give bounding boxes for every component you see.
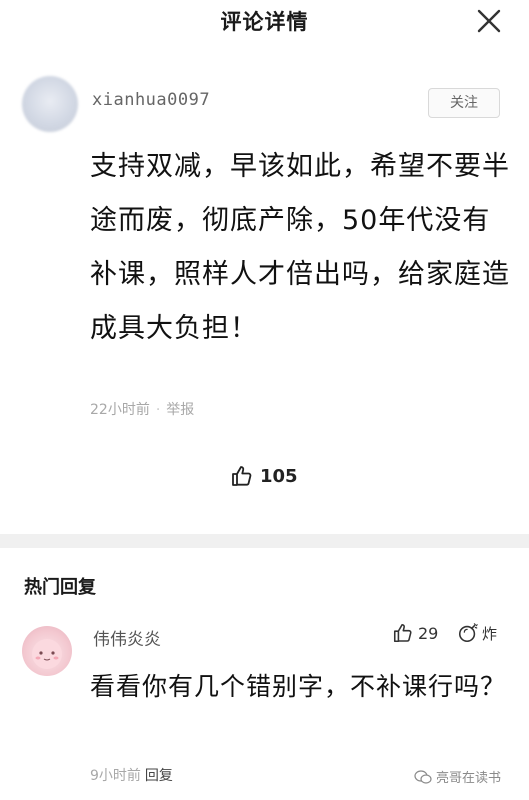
reply-react-label: 炸: [482, 624, 498, 643]
reply-button[interactable]: 回复: [145, 768, 173, 784]
comment-text: 支持双减，早该如此，希望不要半途而废，彻底产除，50年代没有补课，照样人才倍出吗…: [90, 151, 510, 344]
section-divider: [0, 534, 529, 548]
reply-react-button[interactable]: 炸: [457, 622, 497, 644]
reply-username[interactable]: 伟伟炎炎: [93, 625, 161, 650]
bomb-icon: [458, 623, 478, 643]
reply-meta: 9小时前 回复: [90, 765, 173, 785]
like-count: 105: [260, 465, 298, 487]
comment-meta: 22小时前 · 举报: [90, 399, 194, 419]
avatar[interactable]: [22, 76, 78, 132]
close-icon[interactable]: [475, 7, 503, 35]
separator-dot: ·: [155, 402, 161, 418]
follow-button[interactable]: 关注: [428, 88, 500, 118]
avatar-illustration: [32, 639, 62, 669]
reply-like-count: 29: [418, 623, 439, 643]
wechat-icon: [414, 769, 432, 784]
thumbs-up-icon: [393, 623, 412, 643]
watermark-text: 亮哥在读书: [436, 771, 502, 786]
comment-detail-page: 评论详情 xianhua0097 关注 支持双减，早该如此，希望不要半途而废，彻…: [0, 0, 529, 800]
reply-like-button[interactable]: 29: [392, 622, 438, 644]
username[interactable]: xianhua0097: [92, 90, 210, 110]
watermark: 亮哥在读书: [414, 767, 501, 786]
avatar[interactable]: [22, 626, 72, 676]
thumbs-up-icon: [232, 466, 252, 486]
page-title: 评论详情: [220, 10, 309, 34]
reply-text: 看看你有几个错别字，不补课行吗？: [90, 672, 507, 701]
like-button[interactable]: 105: [230, 462, 298, 490]
report-link[interactable]: 举报: [166, 402, 194, 418]
reply-time: 9小时前: [90, 768, 141, 784]
hot-replies-title: 热门回复: [24, 577, 96, 598]
comment-time: 22小时前: [90, 402, 150, 418]
header: 评论详情: [0, 0, 529, 46]
